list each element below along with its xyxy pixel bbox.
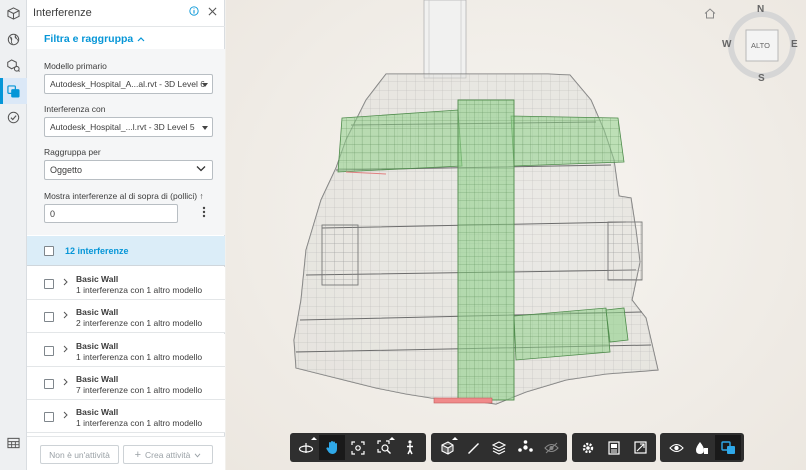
fit-to-view-icon[interactable] bbox=[345, 435, 371, 460]
compass-north[interactable]: N bbox=[757, 4, 764, 15]
table-row[interactable]: Basic Wall 1 interferenza con 1 altro mo… bbox=[27, 400, 225, 433]
orbit-icon[interactable] bbox=[293, 435, 319, 460]
model-tools-toolbar bbox=[431, 433, 567, 462]
section-box-icon[interactable] bbox=[434, 435, 460, 460]
compass-east[interactable]: E bbox=[791, 39, 798, 50]
row-title: Basic Wall bbox=[76, 407, 119, 417]
caret-down-icon bbox=[202, 126, 208, 130]
plus-icon: + bbox=[134, 448, 142, 461]
create-activity-label: Crea attività bbox=[145, 449, 191, 460]
select-all-checkbox[interactable] bbox=[44, 246, 54, 256]
row-subtitle: 2 interferenze con 1 altro modello bbox=[76, 318, 203, 328]
chevron-right-icon[interactable] bbox=[63, 345, 68, 355]
threshold-input[interactable]: 0 bbox=[44, 204, 178, 223]
filters-section: Modello primario Autodesk_Hospital_A...a… bbox=[27, 49, 225, 235]
interference-with-label: Interferenza con bbox=[44, 104, 106, 114]
interference-with-value: Autodesk_Hospital_...l.rvt - 3D Level 5 bbox=[50, 122, 195, 132]
panel-header: Interferenze bbox=[27, 0, 225, 27]
fullscreen-icon[interactable] bbox=[627, 435, 653, 460]
chevron-right-icon[interactable] bbox=[63, 278, 68, 288]
chevron-right-icon[interactable] bbox=[63, 378, 68, 388]
create-activity-button[interactable]: + Crea attività bbox=[123, 445, 213, 464]
caret-down-icon bbox=[202, 83, 208, 87]
chevron-up-icon bbox=[137, 33, 145, 45]
properties-icon[interactable] bbox=[601, 435, 627, 460]
compass-south[interactable]: S bbox=[758, 73, 765, 84]
group-by-label: Raggruppa per bbox=[44, 147, 101, 157]
row-subtitle: 1 interferenza con 1 altro modello bbox=[76, 418, 203, 428]
table-row[interactable]: Basic Wall 2 interferenze con 1 altro mo… bbox=[27, 300, 225, 333]
table-icon[interactable] bbox=[0, 430, 27, 456]
gear-icon[interactable] bbox=[575, 435, 601, 460]
cube-icon[interactable] bbox=[0, 0, 27, 26]
measure-icon[interactable] bbox=[460, 435, 486, 460]
pan-hand-icon[interactable] bbox=[319, 435, 345, 460]
row-checkbox[interactable] bbox=[44, 412, 54, 422]
visibility-toolbar bbox=[660, 433, 744, 462]
primary-model-select[interactable]: Autodesk_Hospital_A...al.rvt - 3D Level … bbox=[44, 74, 213, 94]
chevron-down-icon bbox=[194, 450, 201, 460]
filter-toggle-label: Filtra e raggruppa bbox=[44, 33, 134, 45]
primary-model-label: Modello primario bbox=[44, 61, 107, 71]
chevron-right-icon[interactable] bbox=[63, 411, 68, 421]
row-checkbox[interactable] bbox=[44, 379, 54, 389]
layers-icon[interactable] bbox=[486, 435, 512, 460]
clash-panel-icon[interactable] bbox=[0, 78, 27, 104]
threshold-label: Mostra interferenze al di sopra di (poll… bbox=[44, 191, 204, 201]
building-model bbox=[293, 0, 659, 405]
not-an-activity-button[interactable]: Non è un'attività bbox=[40, 445, 119, 464]
panel-footer: Non è un'attività + Crea attività bbox=[27, 436, 225, 470]
clash-panel: Interferenze Filtra e raggruppa Modello … bbox=[27, 0, 225, 470]
chevron-right-icon[interactable] bbox=[63, 311, 68, 321]
home-icon[interactable] bbox=[704, 8, 716, 22]
group-by-select[interactable]: Oggetto bbox=[44, 160, 213, 180]
chevron-down-icon bbox=[196, 164, 206, 175]
checkmark-circle-icon[interactable] bbox=[0, 104, 27, 130]
filter-group-toggle[interactable]: Filtra e raggruppa bbox=[44, 33, 145, 45]
row-subtitle: 1 interferenza con 1 altro modello bbox=[76, 285, 203, 295]
tower-shaft bbox=[423, 0, 467, 79]
compass-west[interactable]: W bbox=[722, 39, 731, 50]
row-title: Basic Wall bbox=[76, 274, 119, 284]
row-checkbox[interactable] bbox=[44, 279, 54, 289]
model-browser-icon[interactable] bbox=[0, 52, 27, 78]
viewcube-face[interactable]: ALTO bbox=[751, 41, 770, 50]
row-checkbox[interactable] bbox=[44, 312, 54, 322]
primary-model-value: Autodesk_Hospital_A...al.rvt - 3D Level … bbox=[50, 79, 205, 89]
row-title: Basic Wall bbox=[76, 374, 119, 384]
clash-summary-row[interactable]: 12 interferenze bbox=[27, 236, 225, 266]
not-an-activity-label: Non è un'attività bbox=[49, 449, 110, 460]
row-subtitle: 1 interferenza con 1 altro modello bbox=[76, 352, 203, 362]
table-row[interactable]: Basic Wall 1 interferenza con 1 altro mo… bbox=[27, 334, 225, 367]
more-options-icon[interactable] bbox=[202, 206, 206, 218]
eye-icon[interactable] bbox=[663, 435, 689, 460]
threshold-value: 0 bbox=[50, 208, 56, 219]
table-row[interactable]: Basic Wall 7 interferenze con 1 altro mo… bbox=[27, 367, 225, 400]
interference-with-select[interactable]: Autodesk_Hospital_...l.rvt - 3D Level 5 bbox=[44, 117, 213, 137]
row-title: Basic Wall bbox=[76, 307, 119, 317]
viewcube[interactable]: N S W E ALTO bbox=[722, 4, 802, 84]
panel-title: Interferenze bbox=[33, 7, 92, 19]
clash-detection-icon[interactable] bbox=[715, 435, 741, 460]
table-row[interactable]: Basic Wall 1 interferenza con 1 altro mo… bbox=[27, 267, 225, 300]
globe-icon[interactable] bbox=[0, 26, 27, 52]
materials-drop-icon[interactable] bbox=[689, 435, 715, 460]
close-icon[interactable] bbox=[208, 7, 217, 19]
walk-person-icon[interactable] bbox=[397, 435, 423, 460]
navigation-toolbar bbox=[290, 433, 426, 462]
clash-count: 12 interferenze bbox=[65, 246, 129, 256]
zoom-window-icon[interactable] bbox=[371, 435, 397, 460]
explode-icon[interactable] bbox=[512, 435, 538, 460]
group-by-value: Oggetto bbox=[50, 165, 83, 175]
ghosting-eye-icon[interactable] bbox=[538, 435, 564, 460]
left-icon-rail bbox=[0, 0, 27, 470]
row-subtitle: 7 interferenze con 1 altro modello bbox=[76, 385, 203, 395]
settings-toolbar bbox=[572, 433, 656, 462]
model-viewer-canvas[interactable] bbox=[226, 0, 806, 470]
row-checkbox[interactable] bbox=[44, 346, 54, 356]
info-icon[interactable] bbox=[189, 6, 199, 19]
row-title: Basic Wall bbox=[76, 341, 119, 351]
